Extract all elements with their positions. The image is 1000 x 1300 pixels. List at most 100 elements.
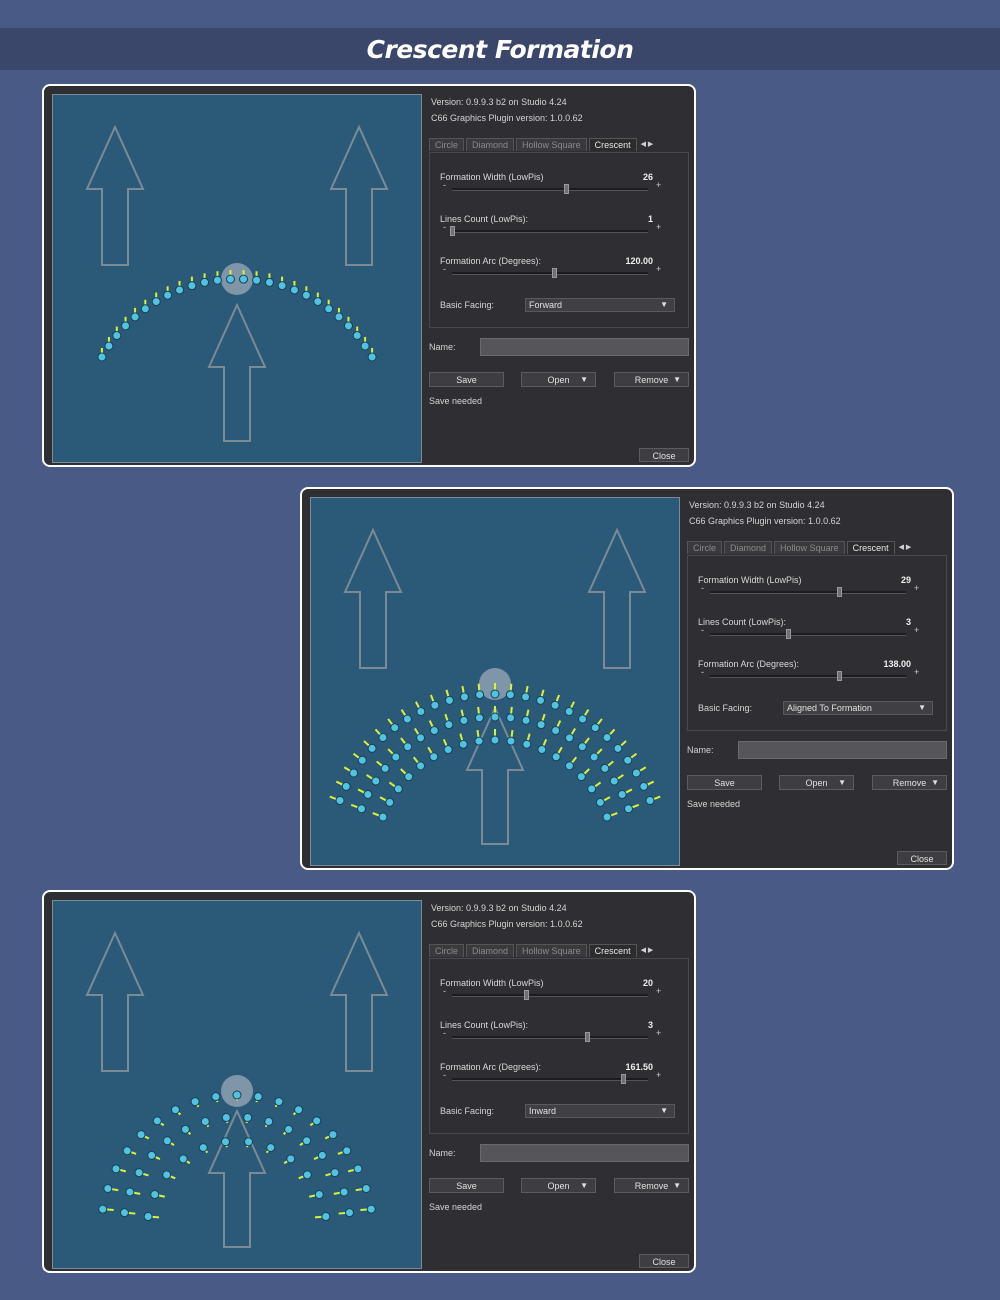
unit-marker — [391, 752, 401, 762]
slider-handle[interactable] — [837, 671, 843, 681]
open-button[interactable]: Open ▼ — [521, 1178, 596, 1193]
lines-count-slider[interactable] — [452, 1032, 648, 1042]
unit-marker — [564, 706, 574, 716]
save-button[interactable]: Save — [429, 1178, 504, 1193]
basic-facing-dropdown[interactable]: Inward ▼ — [525, 1104, 675, 1118]
unit-marker — [286, 1154, 296, 1164]
unit-marker — [404, 772, 414, 782]
unit-marker — [443, 745, 453, 755]
unit-marker — [301, 290, 311, 300]
open-button-label: Open — [547, 1181, 570, 1191]
formation-width-label: Formation Width (LowPis) — [440, 978, 544, 988]
tab-diamond[interactable]: Diamond — [466, 138, 515, 151]
slider-handle[interactable] — [563, 184, 569, 194]
name-label: Name: — [429, 342, 456, 352]
open-button[interactable]: Open ▼ — [521, 372, 596, 387]
formation-unit — [474, 706, 484, 723]
tab-circle[interactable]: Circle — [429, 944, 465, 957]
chevron-down-icon: ▼ — [918, 703, 926, 712]
formation-unit — [98, 1204, 114, 1214]
slider-handle[interactable] — [551, 268, 557, 278]
tab-scroll-arrows-icon[interactable]: ◀ ▶ — [641, 138, 654, 152]
unit-marker — [429, 752, 439, 762]
unit-marker — [264, 277, 274, 287]
remove-button[interactable]: Remove ▼ — [614, 1178, 689, 1193]
version-text: Version: 0.9.9.3 b2 on Studio 4.24 — [431, 97, 567, 107]
leader-disc — [221, 263, 253, 295]
unit-marker — [459, 715, 469, 725]
name-input[interactable] — [480, 338, 689, 356]
tab-diamond[interactable]: Diamond — [724, 541, 773, 554]
tab-diamond[interactable]: Diamond — [466, 944, 515, 957]
unit-marker — [577, 742, 587, 752]
unit-marker — [385, 797, 395, 807]
unit-marker — [97, 352, 107, 362]
slider-handle[interactable] — [620, 1074, 626, 1084]
formation-width-slider[interactable] — [452, 184, 648, 194]
formation-unit — [590, 718, 603, 733]
basic-facing-label: Basic Facing: — [440, 300, 495, 310]
formation-unit — [314, 1212, 331, 1222]
tab-hollow-square[interactable]: Hollow Square — [774, 541, 845, 554]
remove-button[interactable]: Remove ▼ — [872, 775, 947, 790]
formation-unit — [134, 1168, 149, 1178]
unit-marker — [458, 739, 468, 749]
tab-crescent[interactable]: Crescent — [588, 138, 637, 151]
slider-handle[interactable] — [450, 226, 455, 236]
formation-width-slider[interactable] — [710, 587, 906, 597]
formation-unit — [459, 709, 469, 725]
unit-marker — [162, 1170, 172, 1180]
save-button[interactable]: Save — [687, 775, 762, 790]
formation-unit — [162, 1170, 176, 1180]
tab-hollow-square[interactable]: Hollow Square — [516, 944, 587, 957]
tab-crescent[interactable]: Crescent — [588, 944, 637, 957]
formation-arc-label: Formation Arc (Degrees): — [440, 256, 542, 266]
tab-circle[interactable]: Circle — [687, 541, 723, 554]
slider-handle[interactable] — [524, 990, 530, 1000]
formation-unit — [252, 271, 262, 285]
formation-unit — [334, 307, 344, 322]
formation-unit — [282, 1124, 294, 1135]
formation-unit — [428, 720, 439, 735]
close-button[interactable]: Close — [639, 1254, 689, 1268]
unit-marker — [506, 736, 516, 746]
up-arrow-right-icon — [587, 527, 647, 669]
tab-circle[interactable]: Circle — [429, 138, 465, 151]
name-input[interactable] — [480, 1144, 689, 1162]
formation-arc-slider[interactable] — [452, 268, 648, 278]
name-input[interactable] — [738, 741, 947, 759]
unit-marker — [617, 789, 627, 799]
formation-unit — [152, 1116, 165, 1127]
plus-icon: + — [656, 222, 662, 232]
formation-width-slider[interactable] — [452, 990, 648, 1000]
formation-unit — [265, 1143, 276, 1154]
close-button-label: Close — [652, 1257, 676, 1267]
formation-unit — [335, 780, 351, 791]
basic-facing-dropdown[interactable]: Aligned To Formation ▼ — [783, 701, 933, 715]
save-button-label: Save — [456, 375, 477, 385]
open-button[interactable]: Open ▼ — [779, 775, 854, 790]
up-arrow-left-icon — [343, 527, 403, 669]
formation-arc-slider[interactable] — [710, 671, 906, 681]
lines-count-slider[interactable] — [450, 226, 648, 236]
unit-marker — [587, 784, 597, 794]
formation-arc-slider[interactable] — [452, 1074, 648, 1084]
close-button[interactable]: Close — [897, 851, 947, 865]
tab-scroll-arrows-icon[interactable]: ◀ ▶ — [641, 944, 654, 958]
tab-scroll-arrows-icon[interactable]: ◀ ▶ — [899, 541, 912, 555]
unit-marker — [253, 1092, 263, 1102]
unit-marker — [357, 755, 367, 765]
lines-count-value: 3 — [905, 617, 911, 627]
slider-handle[interactable] — [786, 629, 792, 639]
tab-hollow-square[interactable]: Hollow Square — [516, 138, 587, 151]
tab-crescent[interactable]: Crescent — [846, 541, 895, 554]
slider-handle[interactable] — [837, 587, 843, 597]
basic-facing-dropdown[interactable]: Forward ▼ — [525, 298, 675, 312]
slider-handle[interactable] — [585, 1032, 591, 1042]
remove-button[interactable]: Remove ▼ — [614, 372, 689, 387]
lines-count-slider[interactable] — [710, 629, 906, 639]
save-button[interactable]: Save — [429, 372, 504, 387]
remove-button-label: Remove — [892, 778, 927, 788]
close-button[interactable]: Close — [639, 448, 689, 462]
unit-marker — [221, 1113, 231, 1123]
